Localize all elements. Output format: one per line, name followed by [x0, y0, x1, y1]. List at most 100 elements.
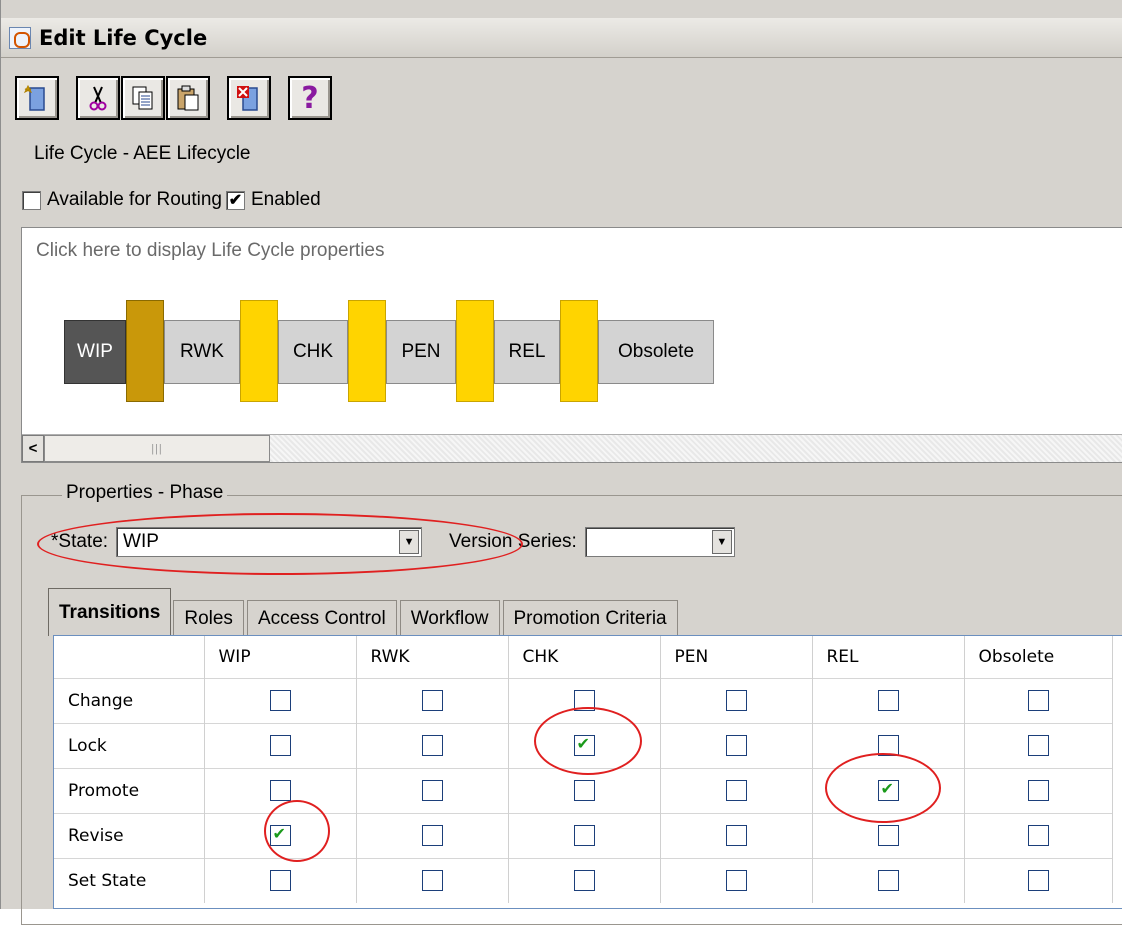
phase-chk[interactable]: CHK: [278, 320, 348, 384]
transition-checkbox[interactable]: [725, 780, 747, 801]
transition-checkbox[interactable]: [421, 690, 443, 711]
new-doc-icon: [23, 84, 45, 111]
new-button[interactable]: [15, 76, 59, 120]
table-cell: [204, 722, 357, 768]
enabled-checkbox[interactable]: ✔: [225, 190, 245, 210]
copy-button[interactable]: [121, 76, 165, 120]
transition-checkbox[interactable]: [1027, 690, 1049, 711]
annotation-ellipse-lock-chk: [534, 707, 642, 775]
column-header: RWK: [356, 636, 509, 678]
available-for-routing-checkbox[interactable]: [22, 190, 41, 210]
table-cell: [356, 767, 509, 813]
help-icon: ?: [301, 80, 319, 116]
table-cell: [204, 677, 357, 723]
copy-icon: [132, 86, 153, 110]
toolbar: ?: [15, 76, 332, 122]
row-label: Promote: [54, 767, 205, 813]
transition-checkbox[interactable]: [573, 825, 595, 846]
scissors-icon: [89, 86, 107, 111]
connector-chk-pen[interactable]: [348, 300, 386, 402]
table-cell: [964, 812, 1113, 858]
transition-checkbox[interactable]: [269, 780, 291, 801]
paste-icon: [177, 85, 199, 111]
connector-wip-rwk[interactable]: [126, 300, 164, 402]
transition-checkbox[interactable]: [421, 780, 443, 801]
chevron-left-icon: <: [28, 440, 38, 457]
scroll-thumb[interactable]: |||: [44, 435, 270, 462]
grip-icon: |||: [151, 442, 163, 455]
table-cell: [964, 767, 1113, 813]
table-cell: [508, 857, 661, 903]
row-label-header: [54, 636, 205, 678]
table-cell: [964, 857, 1113, 903]
transition-checkbox[interactable]: [877, 825, 899, 846]
tab-workflow[interactable]: Workflow: [399, 600, 500, 636]
diagram-horizontal-scrollbar[interactable]: < |||: [22, 434, 1122, 462]
lifecycle-diagram[interactable]: Click here to display Life Cycle propert…: [21, 227, 1122, 463]
table-cell: [964, 722, 1113, 768]
transition-checkbox[interactable]: [269, 690, 291, 711]
tab-roles[interactable]: Roles: [173, 600, 244, 636]
phase-wip[interactable]: WIP: [64, 320, 126, 384]
phase-rwk[interactable]: RWK: [164, 320, 240, 384]
transition-checkbox[interactable]: [1027, 780, 1049, 801]
connector-rel-obsolete[interactable]: [560, 300, 598, 402]
annotation-ellipse-revise-wip: [264, 800, 330, 862]
java-app-icon: [9, 26, 31, 49]
table-cell: [660, 722, 813, 768]
help-button[interactable]: ?: [288, 76, 332, 120]
tab-transitions[interactable]: Transitions: [48, 588, 172, 636]
annotation-ellipse-state: [37, 513, 523, 575]
tab-promotion-criteria[interactable]: Promotion Criteria: [502, 600, 678, 636]
lifecycle-title: Life Cycle - AEE Lifecycle: [34, 143, 251, 164]
phase-pen[interactable]: PEN: [386, 320, 456, 384]
version-series-select[interactable]: ▼: [584, 527, 735, 557]
window-title: Edit Life Cycle: [39, 25, 208, 50]
table-cell: [508, 812, 661, 858]
table-cell: [204, 857, 357, 903]
paste-button[interactable]: [166, 76, 210, 120]
transition-checkbox[interactable]: [725, 825, 747, 846]
table-cell: [356, 812, 509, 858]
transition-checkbox[interactable]: [725, 735, 747, 756]
transition-checkbox[interactable]: [421, 825, 443, 846]
table-cell: [812, 677, 965, 723]
phase-obsolete[interactable]: Obsolete: [598, 320, 714, 384]
table-row: Set State: [54, 857, 1113, 903]
transition-checkbox[interactable]: [877, 870, 899, 892]
row-label: Change: [54, 677, 205, 723]
table-header-row: WIP RWK CHK PEN REL Obsolete: [54, 636, 1113, 678]
delete-button[interactable]: [227, 76, 271, 120]
table-cell: [660, 812, 813, 858]
transition-checkbox[interactable]: [725, 870, 747, 892]
scroll-left-button[interactable]: <: [22, 435, 44, 462]
transition-checkbox[interactable]: [573, 780, 595, 801]
transition-checkbox[interactable]: [877, 690, 899, 711]
connector-rwk-chk[interactable]: [240, 300, 278, 402]
chevron-down-icon[interactable]: ▼: [711, 530, 732, 554]
transition-checkbox[interactable]: [269, 870, 291, 892]
cut-button[interactable]: [76, 76, 120, 120]
row-label: Set State: [54, 857, 205, 903]
diagram-hint[interactable]: Click here to display Life Cycle propert…: [36, 240, 385, 262]
enabled-label: Enabled: [250, 189, 321, 210]
transition-checkbox[interactable]: [1027, 825, 1049, 846]
connector-pen-rel[interactable]: [456, 300, 494, 402]
transition-checkbox[interactable]: [573, 870, 595, 892]
table-cell: [660, 767, 813, 813]
table-row: Revise: [54, 812, 1113, 858]
transition-checkbox[interactable]: [269, 735, 291, 756]
phase-rel[interactable]: REL: [494, 320, 560, 384]
row-label: Revise: [54, 812, 205, 858]
column-header: PEN: [660, 636, 813, 678]
annotation-ellipse-promote-rel: [825, 753, 941, 823]
transition-checkbox[interactable]: [421, 735, 443, 756]
transition-checkbox[interactable]: [1027, 735, 1049, 756]
table-cell: [812, 857, 965, 903]
tab-access-control[interactable]: Access Control: [246, 600, 397, 636]
transition-checkbox[interactable]: [421, 870, 443, 892]
transition-checkbox[interactable]: [725, 690, 747, 711]
table-cell: [356, 857, 509, 903]
transition-checkbox[interactable]: [1027, 870, 1049, 892]
group-title: Properties - Phase: [62, 482, 228, 504]
